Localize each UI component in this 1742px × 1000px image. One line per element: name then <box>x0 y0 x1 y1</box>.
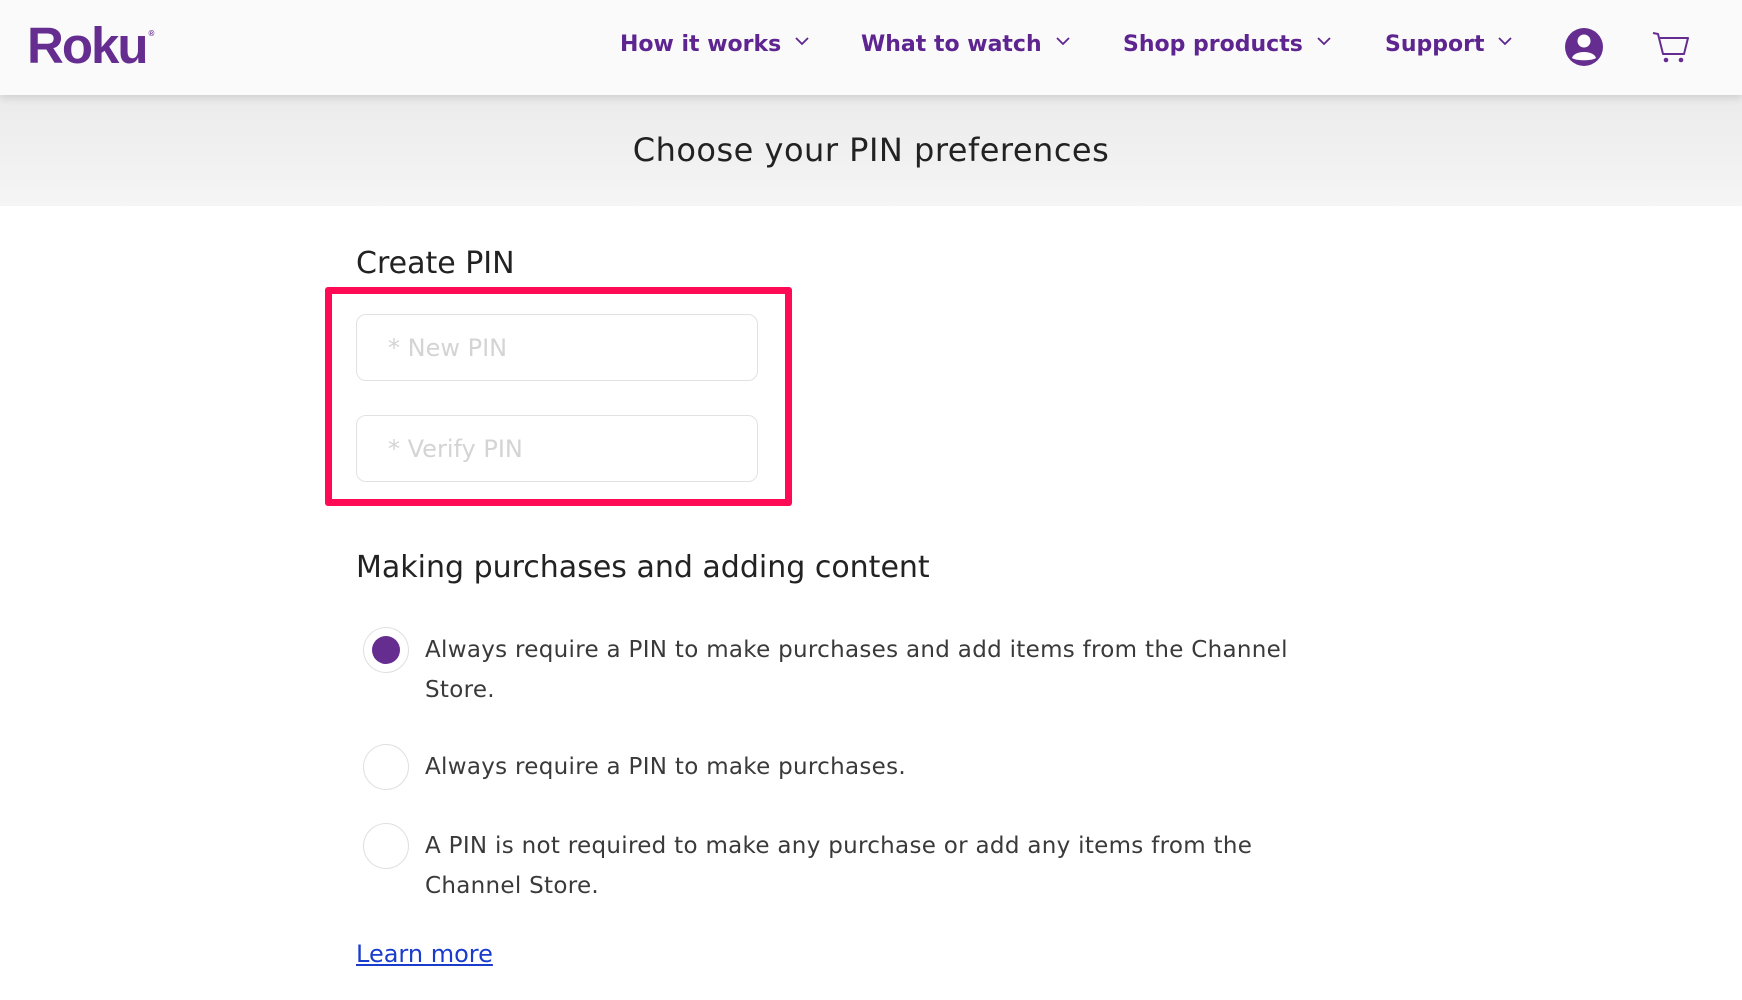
cart-button[interactable] <box>1651 30 1691 66</box>
nav-label: How it works <box>620 32 782 57</box>
user-account-icon <box>1565 28 1603 66</box>
radio-no-pin-required[interactable] <box>363 823 409 869</box>
label-line: Always require a PIN to make purchases a… <box>425 637 1288 663</box>
verify-pin-input[interactable] <box>356 415 758 482</box>
trademark-mark: ® <box>148 29 155 38</box>
radio-require-pin-purchases-and-items[interactable] <box>363 627 409 673</box>
site-header: Roku ® How it works What to watch Shop pr… <box>0 0 1742 95</box>
nav-label: Shop products <box>1123 32 1303 57</box>
radio-label-require-pin-purchases-and-items[interactable]: Always require a PIN to make purchases a… <box>425 630 1345 710</box>
label-line: Always require a PIN to make purchases. <box>425 754 907 780</box>
nav-label: What to watch <box>861 32 1042 57</box>
shopping-cart-icon <box>1652 32 1689 63</box>
nav-label: Support <box>1385 32 1485 57</box>
page-banner: Choose your PIN preferences <box>0 95 1742 206</box>
purchases-heading: Making purchases and adding content <box>356 550 930 585</box>
nav-how-it-works[interactable]: How it works <box>620 30 809 60</box>
nav-support[interactable]: Support <box>1385 30 1513 60</box>
label-line: A PIN is not required to make any purcha… <box>425 833 1253 859</box>
chevron-down-icon <box>1317 37 1331 46</box>
chevron-down-icon <box>1498 37 1513 46</box>
radio-require-pin-purchases[interactable] <box>363 744 409 790</box>
learn-more-link[interactable]: Learn more <box>356 940 493 968</box>
new-pin-input[interactable] <box>356 314 758 381</box>
radio-label-require-pin-purchases[interactable]: Always require a PIN to make purchases. <box>425 747 1345 787</box>
nav-what-to-watch[interactable]: What to watch <box>861 30 1070 60</box>
account-button[interactable] <box>1564 27 1604 67</box>
nav-shop-products[interactable]: Shop products <box>1123 30 1331 60</box>
chevron-down-icon <box>1056 37 1070 46</box>
logo-text: Roku <box>27 17 148 74</box>
label-line: Channel Store. <box>425 873 600 899</box>
label-line: Store. <box>425 677 495 703</box>
chevron-down-icon <box>795 37 809 46</box>
radio-label-no-pin-required[interactable]: A PIN is not required to make any purcha… <box>425 826 1345 906</box>
page-title: Choose your PIN preferences <box>632 131 1110 169</box>
roku-logo[interactable]: Roku ® <box>27 17 155 74</box>
create-pin-heading: Create PIN <box>356 246 515 281</box>
